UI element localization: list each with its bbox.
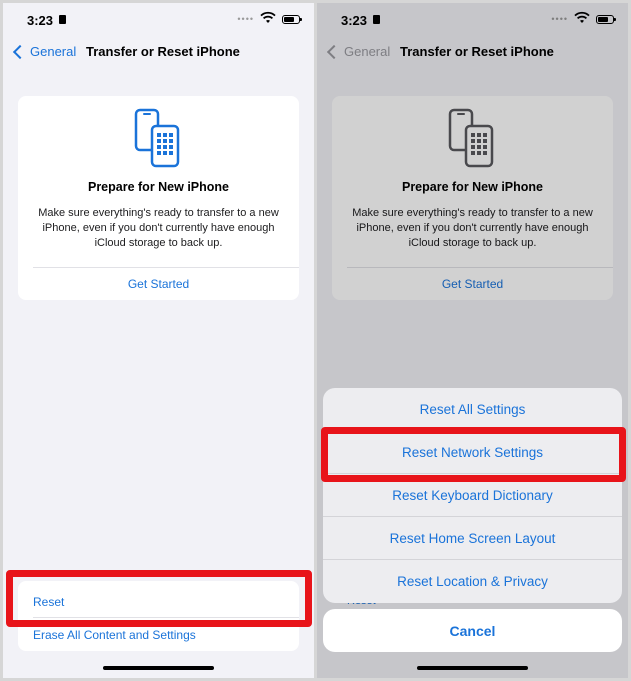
phone-screen-left: 3:23 •••• General Transfer or Reset iPho… bbox=[3, 3, 314, 678]
reset-all-settings-option[interactable]: Reset All Settings bbox=[323, 388, 622, 431]
back-button[interactable]: General bbox=[11, 44, 76, 59]
card-divider bbox=[33, 267, 299, 268]
sim-icon bbox=[59, 15, 66, 24]
reset-network-settings-option[interactable]: Reset Network Settings bbox=[323, 431, 622, 474]
get-started-button[interactable]: Get Started bbox=[18, 277, 299, 291]
chevron-left-icon bbox=[12, 44, 28, 59]
navigation-bar: General Transfer or Reset iPhone bbox=[3, 39, 314, 69]
reset-row[interactable]: Reset bbox=[33, 595, 64, 609]
phone-transfer-icon bbox=[134, 108, 180, 168]
status-time: 3:23 bbox=[27, 13, 54, 28]
reset-list: Reset Erase All Content and Settings bbox=[18, 581, 299, 651]
reset-action-sheet: Reset All Settings Reset Network Setting… bbox=[323, 388, 622, 603]
reset-keyboard-dictionary-option[interactable]: Reset Keyboard Dictionary bbox=[323, 474, 622, 517]
status-bar: 3:23 •••• bbox=[3, 3, 314, 39]
cancel-button[interactable]: Cancel bbox=[323, 609, 622, 652]
card-heading: Prepare for New iPhone bbox=[87, 180, 229, 194]
wifi-icon bbox=[260, 11, 276, 23]
card-description: Make sure everything's ready to transfer… bbox=[38, 207, 279, 249]
home-indicator bbox=[103, 666, 214, 670]
battery-icon bbox=[282, 15, 302, 24]
erase-all-row[interactable]: Erase All Content and Settings bbox=[33, 628, 196, 642]
back-label: General bbox=[30, 44, 77, 59]
home-indicator bbox=[417, 666, 528, 670]
prepare-card: Prepare for New iPhone Make sure everyth… bbox=[18, 96, 299, 300]
phone-screen-right: 3:23 •••• General Transfer or Reset iPho… bbox=[317, 3, 628, 678]
signal-icon: •••• bbox=[237, 14, 254, 24]
page-title: Transfer or Reset iPhone bbox=[86, 44, 240, 59]
reset-location-privacy-option[interactable]: Reset Location & Privacy bbox=[323, 560, 622, 603]
reset-home-screen-layout-option[interactable]: Reset Home Screen Layout bbox=[323, 517, 622, 560]
list-divider bbox=[33, 617, 299, 618]
